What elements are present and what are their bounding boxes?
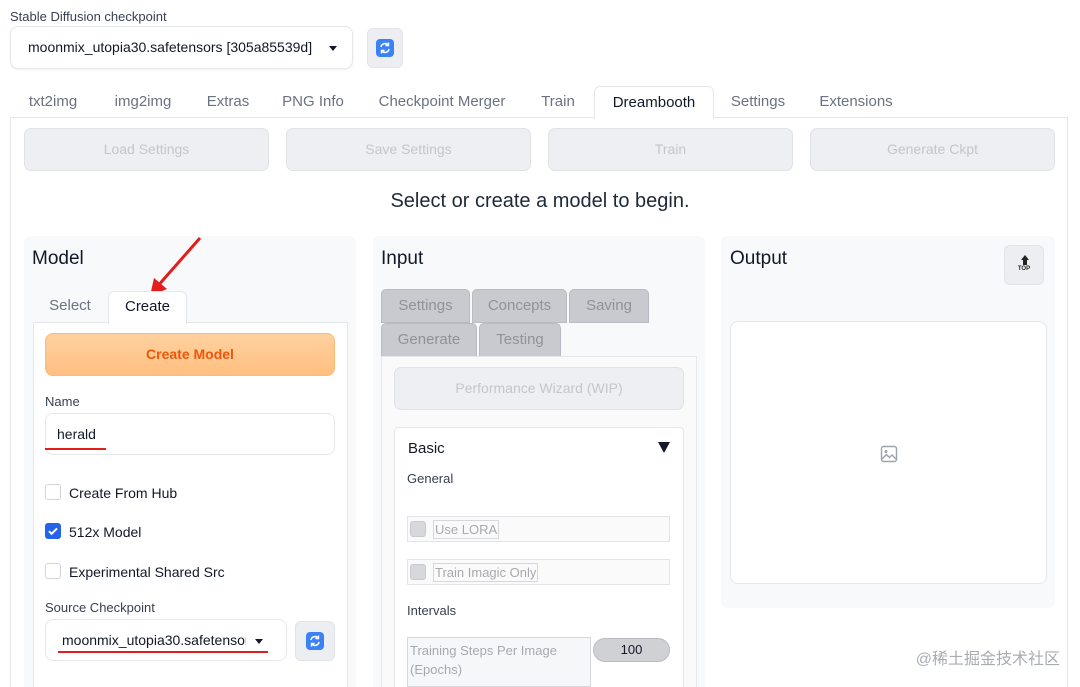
subtab-select[interactable]: Select <box>40 291 100 323</box>
output-image-area <box>730 321 1047 584</box>
checkpoint-value: moonmix_utopia30.safetensors [305a85539d… <box>28 39 313 55</box>
input-tab-saving[interactable]: Saving <box>569 289 649 323</box>
tab-extras[interactable]: Extras <box>196 86 260 118</box>
input-tab-generate[interactable]: Generate <box>381 323 477 357</box>
load-settings-button[interactable]: Load Settings <box>24 128 269 171</box>
subtab-create[interactable]: Create <box>108 291 187 324</box>
use-lora-checkbox[interactable] <box>410 521 426 537</box>
create-from-hub-label: Create From Hub <box>69 485 178 501</box>
input-title: Input <box>381 248 424 269</box>
model-title: Model <box>32 248 84 269</box>
main-tabbar: txt2img img2img Extras PNG Info Checkpoi… <box>10 86 1068 119</box>
tab-checkpoint-merger[interactable]: Checkpoint Merger <box>366 86 518 118</box>
train-button[interactable]: Train <box>548 128 793 171</box>
create-from-hub-checkbox[interactable] <box>45 484 61 500</box>
use-lora-label: Use LORA <box>433 520 500 539</box>
basic-title: Basic <box>408 440 445 457</box>
train-imagic-option[interactable]: Train Imagic Only <box>407 559 670 585</box>
arrow-shaft <box>1023 260 1027 265</box>
image-placeholder-icon <box>880 445 898 463</box>
refresh-source-button[interactable] <box>295 621 335 661</box>
top-label: TOP <box>1017 266 1031 272</box>
generate-ckpt-button[interactable]: Generate Ckpt <box>810 128 1055 171</box>
training-steps-input[interactable]: 100 <box>593 638 670 662</box>
refresh-icon <box>306 632 324 650</box>
output-title: Output <box>730 248 788 269</box>
collapse-triangle-icon[interactable] <box>658 442 670 453</box>
tab-img2img[interactable]: img2img <box>102 86 184 118</box>
create-model-button[interactable]: Create Model <box>45 333 335 376</box>
check-icon <box>48 527 58 536</box>
name-label: Name <box>45 394 80 409</box>
512x-model-label: 512x Model <box>69 524 142 540</box>
source-checkpoint-select[interactable]: moonmix_utopia30.safetensors [305a85539d… <box>45 619 287 661</box>
tab-extensions[interactable]: Extensions <box>806 86 906 118</box>
chevron-down-icon <box>329 46 337 51</box>
checkpoint-select[interactable]: moonmix_utopia30.safetensors [305a85539d… <box>10 26 353 69</box>
save-settings-button[interactable]: Save Settings <box>286 128 531 171</box>
training-steps-label: Training Steps Per Image (Epochs) <box>407 637 591 687</box>
name-value: herald <box>57 426 96 442</box>
checkpoint-label: Stable Diffusion checkpoint <box>10 9 167 24</box>
tab-dreambooth[interactable]: Dreambooth <box>594 86 714 119</box>
watermark: @稀土掘金技术社区 <box>915 651 1060 668</box>
train-imagic-checkbox[interactable] <box>410 564 426 580</box>
refresh-icon <box>376 39 394 57</box>
input-tab-testing[interactable]: Testing <box>479 323 561 357</box>
page-headline: Select or create a model to begin. <box>390 190 690 212</box>
intervals-label: Intervals <box>407 603 457 618</box>
input-tab-concepts[interactable]: Concepts <box>472 289 567 323</box>
annotation-underline <box>45 448 106 450</box>
tab-png-info[interactable]: PNG Info <box>272 86 354 118</box>
refresh-checkpoint-button[interactable] <box>367 28 403 68</box>
tab-settings[interactable]: Settings <box>722 86 794 118</box>
source-checkpoint-value: moonmix_utopia30.safetensors [305a85539d… <box>62 632 246 648</box>
512x-model-checkbox[interactable] <box>45 523 61 539</box>
chevron-down-icon <box>255 639 263 644</box>
tab-txt2img[interactable]: txt2img <box>14 86 92 118</box>
scroll-top-button[interactable]: TOP <box>1004 245 1044 285</box>
tab-train[interactable]: Train <box>530 86 586 118</box>
experimental-shared-src-label: Experimental Shared Src <box>69 564 225 580</box>
general-label: General <box>407 471 454 486</box>
input-tab-settings[interactable]: Settings <box>381 289 470 323</box>
source-checkpoint-label: Source Checkpoint <box>45 600 155 615</box>
use-lora-option[interactable]: Use LORA <box>407 516 670 542</box>
performance-wizard-button[interactable]: Performance Wizard (WIP) <box>394 367 684 410</box>
annotation-underline <box>58 651 268 653</box>
train-imagic-label: Train Imagic Only <box>433 563 539 582</box>
experimental-shared-src-checkbox[interactable] <box>45 563 61 579</box>
